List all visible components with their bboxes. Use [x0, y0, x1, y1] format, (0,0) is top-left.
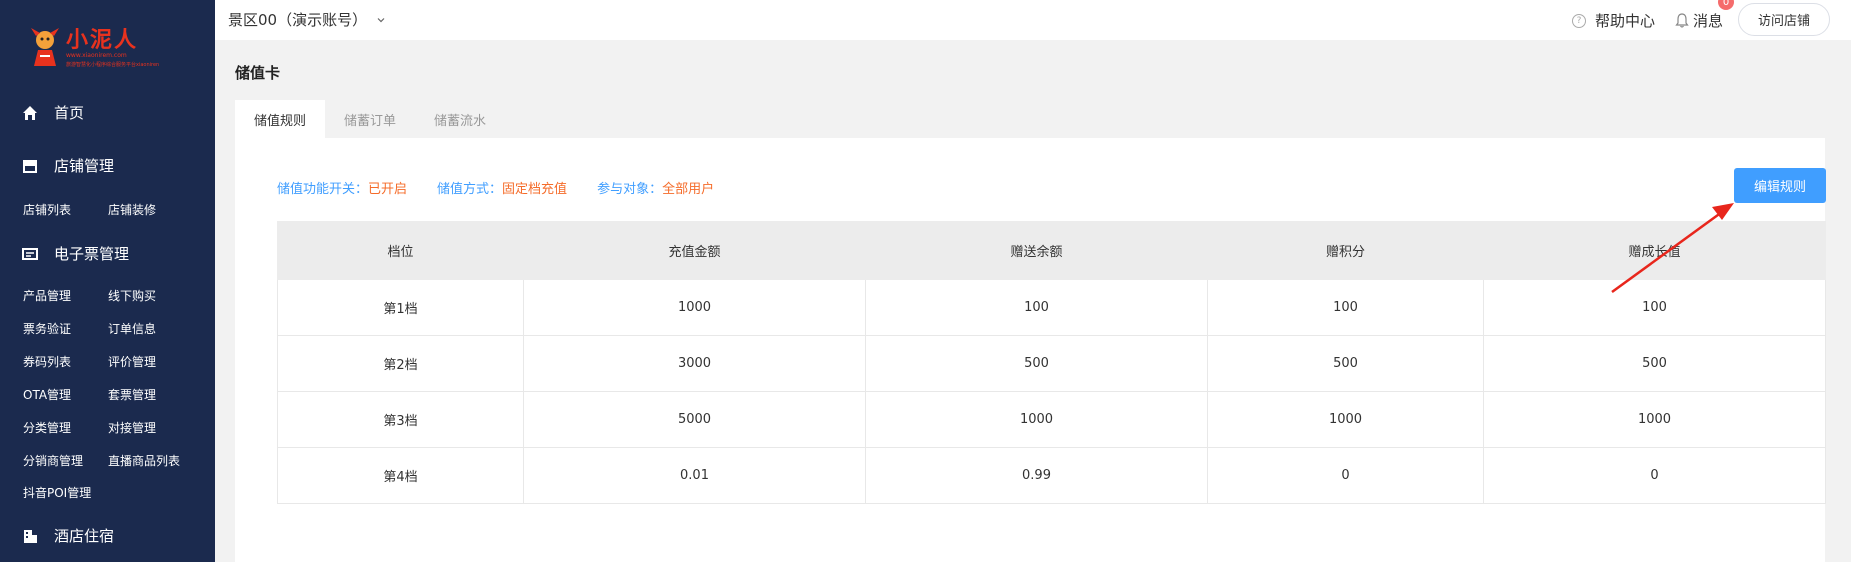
- cell-bonus-balance: 500: [865, 335, 1208, 392]
- message-count-badge: 0: [1718, 0, 1734, 10]
- cell-tier: 第4档: [277, 447, 524, 504]
- cell-bonus-points: 0: [1207, 447, 1484, 504]
- table-row: 第1档 1000 100 100 100: [277, 279, 1826, 336]
- nav-home[interactable]: 首页: [22, 102, 84, 123]
- nav-hotel[interactable]: 酒店住宿: [22, 525, 114, 546]
- page-title: 储值卡: [235, 64, 281, 82]
- sidebar-item-ota-mgmt[interactable]: OTA管理: [23, 386, 71, 403]
- chevron-down-icon: [377, 17, 385, 22]
- nav-store-mgmt[interactable]: 店铺管理: [22, 155, 114, 176]
- scenic-selector[interactable]: 景区00（演示账号）: [228, 9, 385, 30]
- nav-home-label: 首页: [54, 104, 85, 122]
- ticket-icon: [22, 247, 38, 260]
- sidebar-item-live-products[interactable]: 直播商品列表: [108, 452, 180, 469]
- cell-bonus-balance: 1000: [865, 391, 1208, 448]
- sidebar-item-coupon-list[interactable]: 券码列表: [23, 353, 71, 370]
- help-center-label: 帮助中心: [1595, 12, 1656, 30]
- cell-tier: 第1档: [277, 279, 524, 336]
- edit-rules-button[interactable]: 编辑规则: [1734, 168, 1826, 203]
- cell-bonus-points: 1000: [1207, 391, 1484, 448]
- tab-stored-value-rules[interactable]: 储值规则: [235, 100, 326, 138]
- brand-tagline: 旅游智慧化小程序综合服务平台xiaoniren: [66, 62, 160, 68]
- sidebar-item-docking-mgmt[interactable]: 对接管理: [108, 419, 156, 436]
- col-bonus-points: 赠积分: [1207, 221, 1484, 280]
- brand-url: www.xiaonirem.com: [66, 52, 127, 59]
- top-header: 景区00（演示账号） ? 帮助中心 消息 0 访问店铺: [215, 0, 1851, 40]
- target-value: 全部用户: [662, 182, 715, 197]
- building-icon: [24, 529, 37, 543]
- cell-tier: 第3档: [277, 391, 524, 448]
- tab-stored-flow[interactable]: 储蓄流水: [415, 100, 505, 138]
- brand-name: 小泥人: [66, 27, 139, 53]
- cell-bonus-growth: 500: [1483, 335, 1826, 392]
- sidebar-item-order-info[interactable]: 订单信息: [108, 320, 156, 337]
- scenic-name: 景区00（演示账号）: [228, 11, 368, 29]
- bell-icon: [1675, 13, 1689, 28]
- stored-value-info: 储值功能开关： 已开启 储值方式： 固定档充值 参与对象： 全部用户: [277, 178, 744, 197]
- mode-label: 储值方式：: [437, 182, 503, 197]
- tab-stored-orders[interactable]: 储蓄订单: [325, 100, 415, 138]
- switch-label: 储值功能开关：: [277, 182, 369, 197]
- mode-value: 固定档充值: [502, 182, 568, 197]
- mascot-icon: [31, 28, 59, 66]
- cell-recharge: 3000: [523, 335, 866, 392]
- nav-eticket-mgmt[interactable]: 电子票管理: [22, 243, 129, 264]
- table-row: 第2档 3000 500 500 500: [277, 335, 1826, 392]
- sidebar-item-store-list[interactable]: 店铺列表: [23, 201, 71, 218]
- home-icon: [23, 105, 37, 120]
- sidebar-item-ticket-verify[interactable]: 票务验证: [23, 320, 71, 337]
- stored-value-table: 档位 充值金额 赠送余额 赠积分 赠成长值 第1档 1000 100 100 1…: [277, 221, 1826, 504]
- cell-bonus-balance: 0.99: [865, 447, 1208, 504]
- cell-bonus-growth: 0: [1483, 447, 1826, 504]
- col-bonus-growth: 赠成长值: [1483, 221, 1826, 280]
- question-icon: ?: [1572, 13, 1586, 28]
- table-header-row: 档位 充值金额 赠送余额 赠积分 赠成长值: [277, 221, 1826, 280]
- nav-hotel-label: 酒店住宿: [54, 527, 115, 545]
- col-bonus-balance: 赠送余额: [865, 221, 1208, 280]
- cell-bonus-points: 100: [1207, 279, 1484, 336]
- sidebar: 小泥人 www.xiaonirem.com 旅游智慧化小程序综合服务平台xiao…: [0, 0, 215, 562]
- sidebar-item-product-mgmt[interactable]: 产品管理: [23, 287, 71, 304]
- sidebar-item-review-mgmt[interactable]: 评价管理: [108, 353, 156, 370]
- messages-link[interactable]: 消息: [1675, 10, 1723, 31]
- messages-label: 消息: [1693, 12, 1724, 30]
- sidebar-item-offline-purchase[interactable]: 线下购买: [108, 287, 156, 304]
- target-label: 参与对象：: [597, 182, 663, 197]
- cell-recharge: 5000: [523, 391, 866, 448]
- store-icon: [23, 159, 37, 173]
- sidebar-item-package-mgmt[interactable]: 套票管理: [108, 386, 156, 403]
- col-recharge: 充值金额: [523, 221, 866, 280]
- nav-eticket-mgmt-label: 电子票管理: [54, 245, 130, 263]
- cell-bonus-balance: 100: [865, 279, 1208, 336]
- sidebar-item-douyin-poi[interactable]: 抖音POI管理: [23, 484, 91, 501]
- help-center-link[interactable]: ? 帮助中心: [1572, 10, 1655, 31]
- table-row: 第3档 5000 1000 1000 1000: [277, 391, 1826, 448]
- cell-recharge: 0.01: [523, 447, 866, 504]
- brand-logo[interactable]: 小泥人 www.xiaonirem.com 旅游智慧化小程序综合服务平台xiao…: [28, 18, 160, 74]
- visit-store-button[interactable]: 访问店铺: [1738, 3, 1830, 36]
- col-tier: 档位: [277, 221, 524, 280]
- sidebar-item-category-mgmt[interactable]: 分类管理: [23, 419, 71, 436]
- cell-bonus-points: 500: [1207, 335, 1484, 392]
- tab-bar: 储值规则 储蓄订单 储蓄流水: [235, 100, 505, 138]
- sidebar-item-store-decor[interactable]: 店铺装修: [108, 201, 156, 218]
- cell-bonus-growth: 100: [1483, 279, 1826, 336]
- switch-value: 已开启: [368, 182, 408, 197]
- sidebar-item-distributor-mgmt[interactable]: 分销商管理: [23, 452, 83, 469]
- nav-store-mgmt-label: 店铺管理: [54, 157, 115, 175]
- cell-recharge: 1000: [523, 279, 866, 336]
- cell-bonus-growth: 1000: [1483, 391, 1826, 448]
- table-row: 第4档 0.01 0.99 0 0: [277, 447, 1826, 504]
- cell-tier: 第2档: [277, 335, 524, 392]
